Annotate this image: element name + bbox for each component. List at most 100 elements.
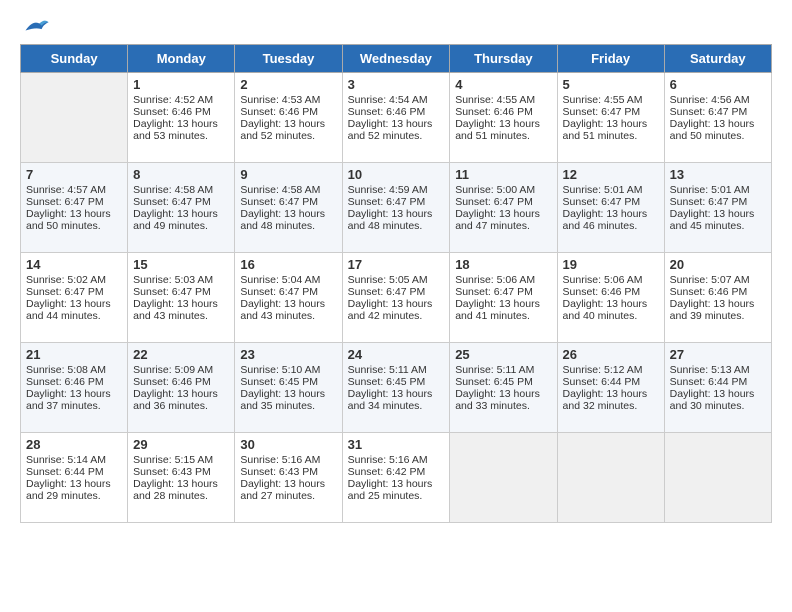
- sunset-text: Sunset: 6:46 PM: [133, 106, 229, 118]
- daylight-text: Daylight: 13 hours and 43 minutes.: [240, 298, 336, 322]
- sunrise-text: Sunrise: 5:06 AM: [455, 274, 551, 286]
- calendar-cell: 6 Sunrise: 4:56 AMSunset: 6:47 PMDaylight…: [664, 73, 771, 163]
- sunset-text: Sunset: 6:47 PM: [455, 196, 551, 208]
- calendar-cell: 26Sunrise: 5:12 AMSunset: 6:44 PMDayligh…: [557, 343, 664, 433]
- sunrise-text: Sunrise: 5:09 AM: [133, 364, 229, 376]
- day-number: 30: [240, 437, 336, 452]
- sunrise-text: Sunrise: 5:00 AM: [455, 184, 551, 196]
- day-number: 14: [26, 257, 122, 272]
- sunrise-text: Sunrise: 5:15 AM: [133, 454, 229, 466]
- sunset-text: Sunset: 6:44 PM: [26, 466, 122, 478]
- calendar-week-row: 21Sunrise: 5:08 AMSunset: 6:46 PMDayligh…: [21, 343, 772, 433]
- sunset-text: Sunset: 6:47 PM: [240, 286, 336, 298]
- sunset-text: Sunset: 6:46 PM: [455, 106, 551, 118]
- day-header-wednesday: Wednesday: [342, 45, 450, 73]
- calendar-cell: 19Sunrise: 5:06 AMSunset: 6:46 PMDayligh…: [557, 253, 664, 343]
- calendar-cell: 22Sunrise: 5:09 AMSunset: 6:46 PMDayligh…: [128, 343, 235, 433]
- sunrise-text: Sunrise: 4:58 AM: [240, 184, 336, 196]
- calendar-cell: 30 Sunrise: 5:16 AMSunset: 6:43 PMDayligh…: [235, 433, 342, 523]
- page-header: [20, 16, 772, 34]
- day-number: 2: [240, 77, 336, 92]
- sunrise-text: Sunrise: 5:07 AM: [670, 274, 766, 286]
- sunset-text: Sunset: 6:47 PM: [670, 106, 766, 118]
- daylight-text: Daylight: 13 hours and 49 minutes.: [133, 208, 229, 232]
- daylight-text: Daylight: 13 hours and 46 minutes.: [563, 208, 659, 232]
- calendar-cell: 10Sunrise: 4:59 AMSunset: 6:47 PMDayligh…: [342, 163, 450, 253]
- sunrise-text: Sunrise: 5:13 AM: [670, 364, 766, 376]
- sunrise-text: Sunrise: 5:05 AM: [348, 274, 445, 286]
- calendar-cell: 4Sunrise: 4:55 AMSunset: 6:46 PMDaylight…: [450, 73, 557, 163]
- calendar-cell: 5Sunrise: 4:55 AMSunset: 6:47 PMDaylight…: [557, 73, 664, 163]
- day-number: 10: [348, 167, 445, 182]
- calendar-cell: 20Sunrise: 5:07 AMSunset: 6:46 PMDayligh…: [664, 253, 771, 343]
- daylight-text: Daylight: 13 hours and 44 minutes.: [26, 298, 122, 322]
- calendar-cell: 18Sunrise: 5:06 AMSunset: 6:47 PMDayligh…: [450, 253, 557, 343]
- calendar-cell: 28Sunrise: 5:14 AMSunset: 6:44 PMDayligh…: [21, 433, 128, 523]
- daylight-text: Daylight: 13 hours and 25 minutes.: [348, 478, 445, 502]
- calendar-cell: 9Sunrise: 4:58 AMSunset: 6:47 PMDaylight…: [235, 163, 342, 253]
- day-header-friday: Friday: [557, 45, 664, 73]
- daylight-text: Daylight: 13 hours and 41 minutes.: [455, 298, 551, 322]
- sunset-text: Sunset: 6:44 PM: [670, 376, 766, 388]
- daylight-text: Daylight: 13 hours and 39 minutes.: [670, 298, 766, 322]
- sunset-text: Sunset: 6:47 PM: [563, 106, 659, 118]
- calendar-table: SundayMondayTuesdayWednesdayThursdayFrid…: [20, 44, 772, 523]
- calendar-cell: 13Sunrise: 5:01 AMSunset: 6:47 PMDayligh…: [664, 163, 771, 253]
- sunset-text: Sunset: 6:47 PM: [133, 286, 229, 298]
- sunrise-text: Sunrise: 4:56 AM: [670, 94, 766, 106]
- sunrise-text: Sunrise: 5:12 AM: [563, 364, 659, 376]
- sunrise-text: Sunrise: 5:01 AM: [563, 184, 659, 196]
- sunrise-text: Sunrise: 4:55 AM: [455, 94, 551, 106]
- calendar-cell: 2Sunrise: 4:53 AMSunset: 6:46 PMDaylight…: [235, 73, 342, 163]
- calendar-cell: 15Sunrise: 5:03 AMSunset: 6:47 PMDayligh…: [128, 253, 235, 343]
- sunset-text: Sunset: 6:47 PM: [26, 286, 122, 298]
- sunset-text: Sunset: 6:45 PM: [455, 376, 551, 388]
- sunset-text: Sunset: 6:45 PM: [348, 376, 445, 388]
- day-number: 22: [133, 347, 229, 362]
- daylight-text: Daylight: 13 hours and 50 minutes.: [26, 208, 122, 232]
- sunrise-text: Sunrise: 4:58 AM: [133, 184, 229, 196]
- sunset-text: Sunset: 6:47 PM: [348, 196, 445, 208]
- sunset-text: Sunset: 6:45 PM: [240, 376, 336, 388]
- calendar-cell: [21, 73, 128, 163]
- sunrise-text: Sunrise: 4:53 AM: [240, 94, 336, 106]
- sunrise-text: Sunrise: 5:14 AM: [26, 454, 122, 466]
- daylight-text: Daylight: 13 hours and 36 minutes.: [133, 388, 229, 412]
- daylight-text: Daylight: 13 hours and 47 minutes.: [455, 208, 551, 232]
- sunrise-text: Sunrise: 5:02 AM: [26, 274, 122, 286]
- day-header-thursday: Thursday: [450, 45, 557, 73]
- day-number: 18: [455, 257, 551, 272]
- sunset-text: Sunset: 6:43 PM: [133, 466, 229, 478]
- logo: [20, 16, 50, 34]
- daylight-text: Daylight: 13 hours and 27 minutes.: [240, 478, 336, 502]
- sunset-text: Sunset: 6:43 PM: [240, 466, 336, 478]
- sunrise-text: Sunrise: 5:08 AM: [26, 364, 122, 376]
- calendar-header-row: SundayMondayTuesdayWednesdayThursdayFrid…: [21, 45, 772, 73]
- day-number: 31: [348, 437, 445, 452]
- day-number: 5: [563, 77, 659, 92]
- daylight-text: Daylight: 13 hours and 53 minutes.: [133, 118, 229, 142]
- day-header-saturday: Saturday: [664, 45, 771, 73]
- daylight-text: Daylight: 13 hours and 30 minutes.: [670, 388, 766, 412]
- day-number: 24: [348, 347, 445, 362]
- day-number: 8: [133, 167, 229, 182]
- calendar-cell: 23Sunrise: 5:10 AMSunset: 6:45 PMDayligh…: [235, 343, 342, 433]
- calendar-cell: 31Sunrise: 5:16 AMSunset: 6:42 PMDayligh…: [342, 433, 450, 523]
- day-number: 6: [670, 77, 766, 92]
- calendar-cell: 11Sunrise: 5:00 AMSunset: 6:47 PMDayligh…: [450, 163, 557, 253]
- calendar-cell: 27Sunrise: 5:13 AMSunset: 6:44 PMDayligh…: [664, 343, 771, 433]
- daylight-text: Daylight: 13 hours and 28 minutes.: [133, 478, 229, 502]
- day-number: 15: [133, 257, 229, 272]
- sunset-text: Sunset: 6:46 PM: [563, 286, 659, 298]
- sunset-text: Sunset: 6:44 PM: [563, 376, 659, 388]
- daylight-text: Daylight: 13 hours and 48 minutes.: [240, 208, 336, 232]
- day-header-tuesday: Tuesday: [235, 45, 342, 73]
- sunrise-text: Sunrise: 5:01 AM: [670, 184, 766, 196]
- sunrise-text: Sunrise: 4:52 AM: [133, 94, 229, 106]
- daylight-text: Daylight: 13 hours and 50 minutes.: [670, 118, 766, 142]
- sunrise-text: Sunrise: 5:16 AM: [240, 454, 336, 466]
- calendar-cell: 25Sunrise: 5:11 AMSunset: 6:45 PMDayligh…: [450, 343, 557, 433]
- daylight-text: Daylight: 13 hours and 40 minutes.: [563, 298, 659, 322]
- sunrise-text: Sunrise: 4:54 AM: [348, 94, 445, 106]
- daylight-text: Daylight: 13 hours and 48 minutes.: [348, 208, 445, 232]
